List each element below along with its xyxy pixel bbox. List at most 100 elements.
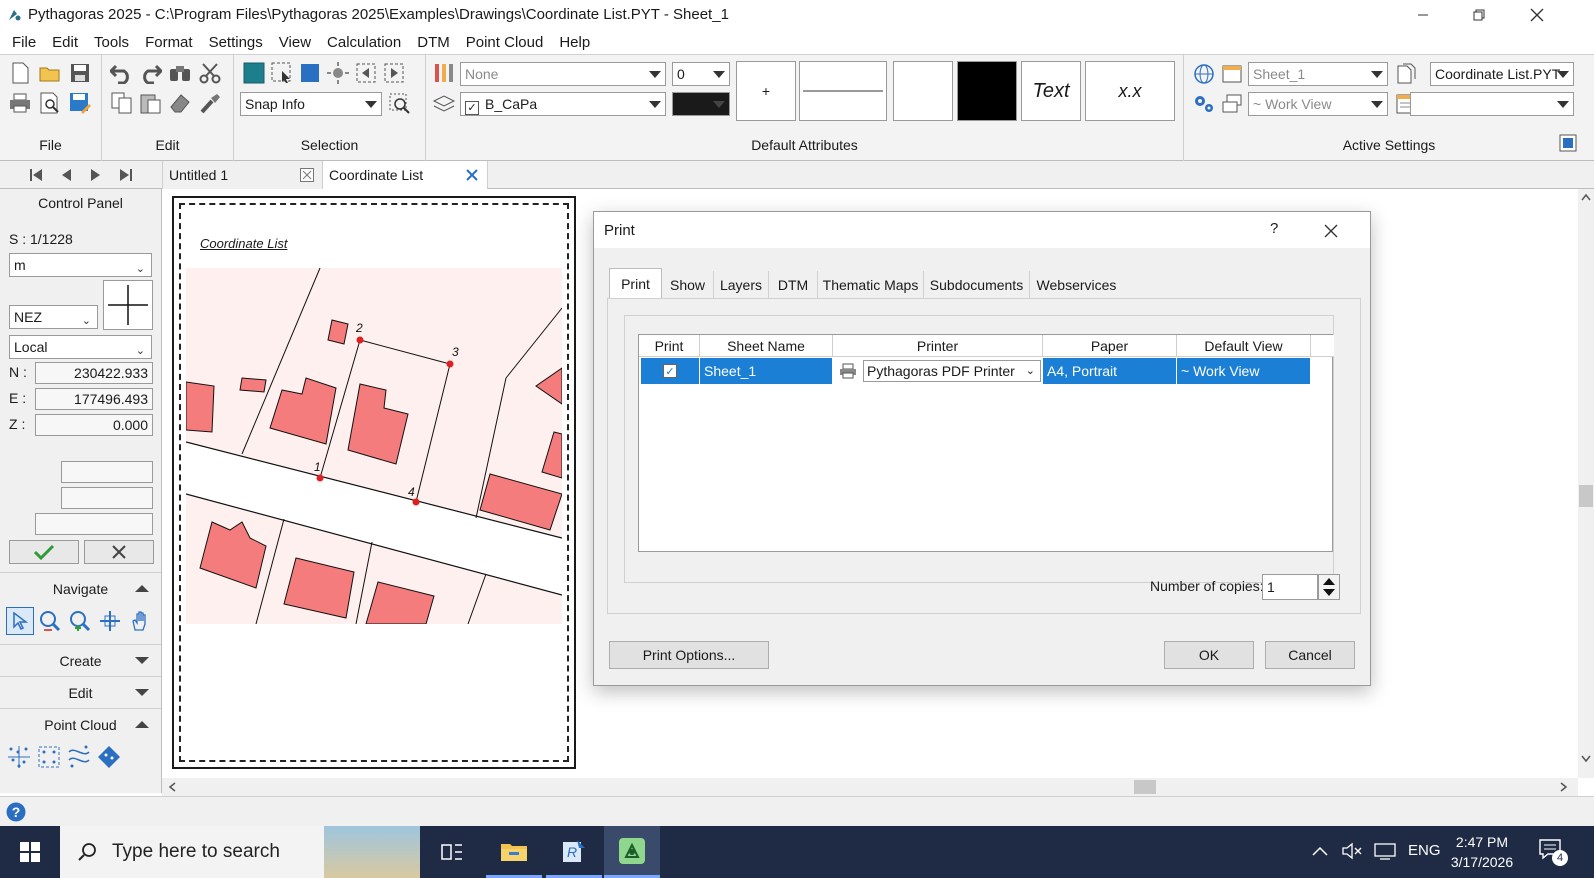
menu-help[interactable]: Help	[551, 34, 598, 51]
dialog-tab-layers[interactable]: Layers	[714, 271, 769, 299]
column-header-print[interactable]: Print	[639, 335, 700, 357]
dialog-tab-webservices[interactable]: Webservices	[1030, 271, 1123, 299]
menu-edit[interactable]: Edit	[44, 34, 86, 51]
scroll-right-icon[interactable]	[1560, 782, 1568, 792]
cancel-entry-button[interactable]	[84, 540, 154, 564]
restore-button[interactable]	[1456, 0, 1502, 30]
horizontal-scroll-thumb[interactable]	[1134, 780, 1156, 794]
line-weight-dropdown[interactable]: 0	[672, 62, 730, 86]
menu-calculation[interactable]: Calculation	[319, 34, 409, 51]
language-indicator[interactable]: ENG	[1408, 842, 1441, 859]
menu-file[interactable]: File	[4, 34, 44, 51]
select-rectangle-button[interactable]	[298, 61, 322, 85]
snap-info-dropdown[interactable]: Snap Info	[240, 92, 382, 116]
menu-settings[interactable]: Settings	[201, 34, 271, 51]
auxiliary-field-2[interactable]	[61, 487, 153, 509]
select-all-button[interactable]	[242, 61, 266, 85]
find-button[interactable]	[168, 61, 192, 85]
close-icon[interactable]	[1324, 224, 1338, 238]
hand-tool-button[interactable]	[126, 607, 154, 635]
settings-button[interactable]	[1192, 92, 1216, 116]
layer-button[interactable]	[432, 92, 456, 116]
copies-input[interactable]: 1	[1262, 574, 1318, 600]
text-style-button[interactable]: Text	[1021, 61, 1081, 121]
snap-zoom-button[interactable]	[388, 92, 412, 116]
print-preview-button[interactable]	[38, 91, 62, 115]
close-window-button[interactable]	[1514, 0, 1560, 30]
document-dropdown[interactable]: Coordinate List.PYT	[1430, 62, 1574, 86]
select-previous-button[interactable]	[354, 61, 378, 85]
pointer-tool-button[interactable]	[6, 607, 34, 635]
spinner-down-icon[interactable]	[1319, 587, 1339, 599]
network-icon[interactable]	[1374, 842, 1396, 860]
tab-coordinate-list[interactable]: Coordinate List	[322, 161, 488, 189]
auxiliary-field-1[interactable]	[61, 461, 153, 483]
view-dropdown[interactable]: ~ Work View	[1248, 92, 1388, 116]
save-file-button[interactable]	[68, 61, 92, 85]
column-header-default-view[interactable]: Default View	[1177, 335, 1311, 357]
point-cloud-import-icon[interactable]	[6, 744, 32, 770]
color-dropdown[interactable]	[672, 92, 730, 116]
globe-button[interactable]	[1192, 62, 1216, 86]
dialog-tab-dtm[interactable]: DTM	[769, 271, 818, 299]
menu-tools[interactable]: Tools	[86, 34, 137, 51]
select-pointer-button[interactable]	[270, 61, 294, 85]
layer-visible-checkbox[interactable]: ✓	[465, 101, 479, 115]
tab-untitled-1[interactable]: Untitled 1	[162, 161, 322, 189]
menu-point-cloud[interactable]: Point Cloud	[458, 34, 552, 51]
section-point-cloud[interactable]: Point Cloud	[0, 708, 161, 740]
line-preview-button[interactable]	[799, 61, 887, 121]
number-format-button[interactable]: x.x	[1085, 61, 1175, 121]
z-coordinate-field[interactable]: 0.000	[35, 414, 153, 436]
start-button[interactable]	[2, 826, 58, 878]
row-paper-cell[interactable]: A4, Portrait	[1043, 358, 1177, 384]
n-coordinate-field[interactable]: 230422.933	[35, 362, 153, 384]
document-button[interactable]	[1394, 62, 1418, 86]
menu-format[interactable]: Format	[137, 34, 201, 51]
layer-dropdown[interactable]: ✓ B_CaPa	[460, 92, 666, 116]
pythagoras-viewer-button[interactable]: R	[546, 826, 602, 878]
dialog-launcher-button[interactable]	[1558, 133, 1578, 153]
row-print-checkbox[interactable]: ✓	[663, 364, 677, 378]
crosshair-preview[interactable]	[103, 280, 153, 330]
copy-button[interactable]	[110, 91, 134, 115]
notifications-button[interactable]: 4	[1538, 838, 1570, 866]
column-header-sheet-name[interactable]: Sheet Name	[700, 335, 833, 357]
task-view-button[interactable]	[424, 826, 480, 878]
fill-preview-button[interactable]	[893, 61, 953, 121]
column-header-printer[interactable]: Printer	[833, 335, 1043, 357]
pythagoras-app-button[interactable]	[604, 826, 660, 878]
vertical-scroll-thumb[interactable]	[1579, 485, 1593, 507]
scroll-left-icon[interactable]	[168, 782, 176, 792]
zoom-out-tool-button[interactable]	[36, 607, 64, 635]
menu-dtm[interactable]: DTM	[409, 34, 458, 51]
clock[interactable]: 2:47 PM 3/17/2026	[1446, 832, 1518, 872]
save-as-button[interactable]	[68, 91, 92, 115]
row-default-view-cell[interactable]: ~ Work View	[1177, 358, 1311, 384]
dialog-tab-print[interactable]: Print	[609, 268, 662, 299]
view-button[interactable]	[1220, 92, 1244, 116]
help-icon[interactable]: ?	[6, 802, 26, 822]
coordinate-system-dropdown[interactable]: Local ⌄	[9, 335, 152, 359]
attribute-painter-button[interactable]	[432, 61, 456, 85]
line-style-dropdown[interactable]: None	[460, 62, 666, 86]
point-cloud-grid-icon[interactable]	[36, 744, 62, 770]
sheet-button[interactable]	[1220, 62, 1244, 86]
dialog-tab-thematic-maps[interactable]: Thematic Maps	[818, 271, 924, 299]
menu-view[interactable]: View	[271, 34, 319, 51]
secondary-document-dropdown[interactable]	[1410, 92, 1574, 116]
redo-button[interactable]	[138, 61, 162, 85]
open-file-button[interactable]	[38, 61, 62, 85]
ok-button[interactable]: OK	[1164, 641, 1254, 669]
select-next-button[interactable]	[382, 61, 406, 85]
printer-dropdown[interactable]: Pythagoras PDF Printer ⌄	[863, 360, 1041, 382]
select-radial-button[interactable]	[326, 61, 350, 85]
point-cloud-filter-icon[interactable]	[66, 744, 92, 770]
row-sheet-name-cell[interactable]: Sheet_1	[700, 358, 833, 384]
unit-dropdown[interactable]: m ⌄	[9, 253, 152, 277]
pan-tool-button[interactable]	[96, 607, 124, 635]
print-button[interactable]	[8, 91, 32, 115]
close-tab-icon[interactable]	[300, 168, 314, 182]
next-sheet-icon[interactable]	[90, 168, 102, 182]
horizontal-scrollbar[interactable]	[162, 778, 1578, 796]
